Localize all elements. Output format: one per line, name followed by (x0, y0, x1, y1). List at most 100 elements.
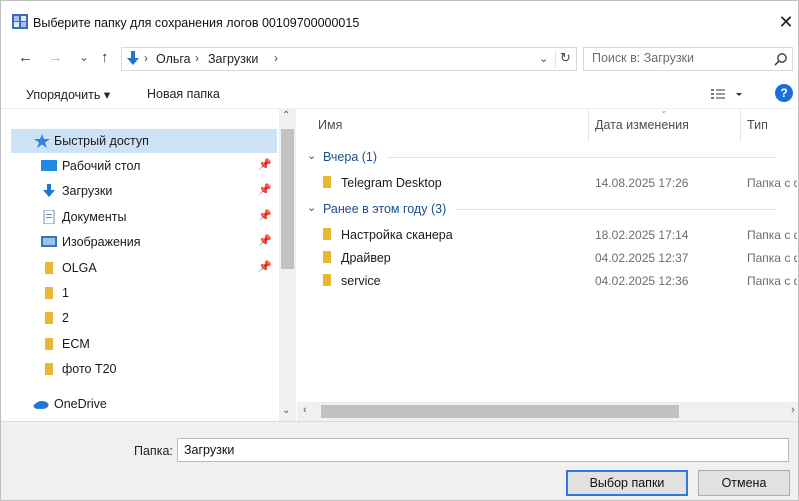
window-title: Выберите папку для сохранения логов 0010… (33, 16, 360, 30)
file-name: Настройка сканера (341, 228, 453, 242)
scrollbar-thumb[interactable] (321, 405, 679, 418)
column-header-label: Имя (318, 118, 343, 132)
column-header-label: Тип (747, 118, 768, 132)
group-header-earlier-this-year[interactable]: ⌄ Ранее в этом году (3) (305, 199, 795, 219)
collapse-chevron-icon[interactable]: ⌄ (307, 149, 316, 162)
nav-item-label: Загрузки (62, 184, 113, 198)
column-header-name[interactable]: Имя (297, 109, 588, 141)
folder-name-input[interactable] (177, 438, 789, 462)
scrollbar-thumb[interactable] (281, 129, 294, 269)
nav-item-label: OneDrive (54, 397, 107, 411)
app-icon (12, 14, 28, 29)
nav-item-label: 2 (62, 311, 69, 325)
nav-item-onedrive[interactable]: OneDrive (11, 392, 277, 416)
file-row[interactable]: Драйвер 04.02.2025 12:37 Папка с файлами (297, 246, 798, 269)
folder-icon (45, 262, 53, 274)
breadcrumb-downloads[interactable]: Загрузки (208, 52, 258, 66)
file-list-horizontal-scrollbar[interactable]: ‹ › (297, 402, 798, 421)
file-type: Папка с файлами (747, 176, 797, 190)
folder-icon (323, 251, 331, 263)
file-name: service (341, 274, 381, 288)
recent-locations-chevron-icon[interactable]: ⌄ (79, 50, 89, 64)
nav-item-photo-t20[interactable]: фото Т20 (11, 357, 277, 381)
refresh-icon[interactable]: ↻ (555, 50, 575, 68)
nav-item-downloads[interactable]: Загрузки 📌 (11, 179, 277, 203)
nav-item-desktop[interactable]: Рабочий стол 📌 (11, 154, 277, 178)
scroll-up-icon[interactable]: ⌃ (282, 110, 290, 121)
nav-item-folder-1[interactable]: 1 (11, 281, 277, 305)
title-bar: Выберите папку для сохранения логов 0010… (1, 1, 798, 41)
select-folder-button[interactable]: Выбор папки (566, 470, 688, 496)
collapse-chevron-icon[interactable]: ⌄ (307, 201, 316, 214)
breadcrumb-separator: › (195, 51, 199, 65)
navigation-pane: Быстрый доступ Рабочий стол 📌 Загрузки 📌… (1, 109, 297, 421)
file-date: 04.02.2025 12:37 (595, 251, 689, 265)
pin-icon[interactable]: 📌 (258, 234, 272, 247)
group-divider (387, 157, 777, 158)
search-box[interactable] (583, 47, 793, 71)
nav-item-label: 1 (62, 286, 69, 300)
scroll-down-icon[interactable]: ⌄ (282, 405, 290, 416)
command-bar: Упорядочить ▾ Новая папка ? (1, 79, 798, 109)
nav-item-pictures[interactable]: Изображения 📌 (11, 230, 277, 254)
file-type: Папка с файлами (747, 274, 797, 288)
nav-item-folder-2[interactable]: 2 (11, 306, 277, 330)
folder-icon (45, 287, 53, 299)
file-date: 04.02.2025 12:36 (595, 274, 689, 288)
nav-item-quick-access[interactable]: Быстрый доступ (11, 129, 277, 153)
file-date: 14.08.2025 17:26 (595, 176, 689, 190)
nav-item-label: фото Т20 (62, 362, 117, 376)
group-header-yesterday[interactable]: ⌄ Вчера (1) (305, 147, 795, 167)
breadcrumb-separator[interactable]: › (274, 51, 278, 65)
pin-icon[interactable]: 📌 (258, 260, 272, 273)
nav-item-ecm[interactable]: ECM (11, 332, 277, 356)
up-arrow-icon[interactable]: ↑ (101, 49, 109, 66)
cancel-button[interactable]: Отмена (698, 470, 790, 496)
new-folder-button[interactable]: Новая папка (147, 87, 220, 101)
group-label: Ранее в этом году (3) (323, 202, 447, 216)
help-icon[interactable]: ? (775, 84, 793, 102)
file-row[interactable]: Настройка сканера 18.02.2025 17:14 Папка… (297, 223, 798, 246)
nav-item-label: Быстрый доступ (54, 134, 149, 148)
breadcrumb-olga[interactable]: Ольга (156, 52, 191, 66)
file-row[interactable]: service 04.02.2025 12:36 Папка с файлами (297, 269, 798, 292)
scroll-left-icon[interactable]: ‹ (303, 404, 307, 416)
onedrive-cloud-icon (33, 401, 49, 409)
navigation-bar: ← → ⌄ ↑ › Ольга › Загрузки › ⌄ ↻ (1, 41, 798, 77)
column-header-label: Дата изменения (595, 118, 689, 132)
breadcrumb-separator: › (144, 51, 148, 65)
file-name: Драйвер (341, 251, 391, 265)
organize-button[interactable]: Упорядочить ▾ (26, 87, 110, 102)
search-input[interactable] (592, 51, 762, 65)
nav-item-label: Рабочий стол (62, 159, 141, 173)
nav-item-documents[interactable]: Документы 📌 (11, 205, 277, 229)
nav-item-label: ECM (62, 337, 90, 351)
dialog-footer: Папка: Выбор папки Отмена (1, 421, 798, 500)
pin-icon[interactable]: 📌 (258, 209, 272, 222)
folder-icon (45, 338, 53, 350)
search-icon[interactable] (774, 52, 788, 66)
column-header-date[interactable]: Дата изменения (589, 109, 739, 141)
scroll-right-icon[interactable]: › (791, 404, 795, 416)
folder-icon (323, 176, 331, 188)
star-icon (34, 134, 50, 148)
folder-icon (45, 363, 53, 375)
nav-pane-scrollbar[interactable]: ⌃ ⌄ (279, 109, 296, 421)
view-options-icon[interactable] (709, 85, 745, 103)
address-dropdown-chevron-icon[interactable]: ⌄ (539, 52, 548, 65)
close-icon[interactable]: ✕ (774, 10, 798, 34)
pin-icon[interactable]: 📌 (258, 158, 272, 171)
file-name: Telegram Desktop (341, 176, 442, 190)
desktop-icon (41, 160, 57, 171)
file-type: Папка с файлами (747, 251, 797, 265)
pin-icon[interactable]: 📌 (258, 183, 272, 196)
file-row[interactable]: Telegram Desktop 14.08.2025 17:26 Папка … (297, 171, 798, 194)
address-bar[interactable]: › Ольга › Загрузки › ⌄ ↻ (121, 47, 577, 71)
file-list: ⌄ Имя Дата изменения Тип ⌄ Вчера (1) Tel… (297, 105, 798, 421)
pictures-icon (41, 236, 57, 247)
downloads-icon (43, 184, 55, 197)
nav-item-olga[interactable]: OLGA 📌 (11, 256, 277, 280)
column-header-type[interactable]: Тип (741, 109, 798, 141)
back-arrow-icon[interactable]: ← (18, 49, 33, 66)
forward-arrow-icon[interactable]: → (48, 49, 63, 66)
